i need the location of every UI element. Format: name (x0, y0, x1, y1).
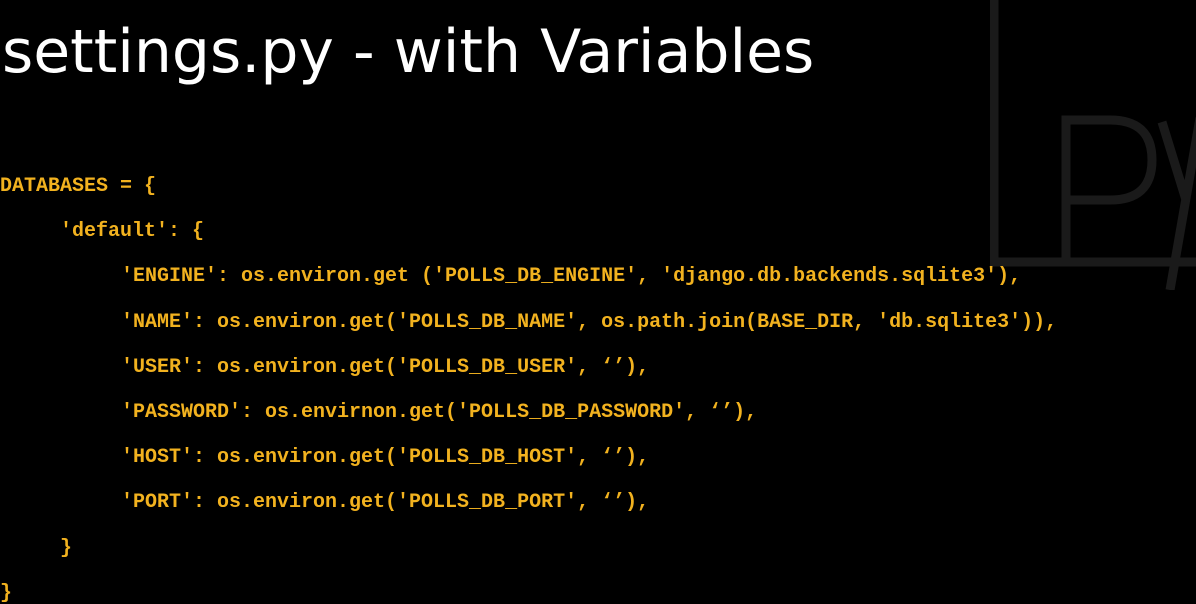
slide-title: settings.py - with Variables (2, 17, 815, 87)
code-line: 'USER': os.environ.get('POLLS_DB_USER', … (121, 355, 650, 379)
code-line: 'PASSWORD': os.envirnon.get('POLLS_DB_PA… (121, 400, 758, 424)
code-line: 'default': { (60, 220, 205, 244)
code-line: 'ENGINE': os.environ.get ('POLLS_DB_ENGI… (121, 265, 1022, 289)
code-line: 'HOST': os.environ.get('POLLS_DB_HOST', … (121, 446, 650, 470)
code-line: DATABASES = { (0, 175, 157, 198)
code-block: DATABASES = { 'default': { 'ENGINE': os.… (0, 164, 1196, 604)
code-line: } (60, 536, 73, 560)
code-line: } (0, 581, 13, 604)
code-line: 'PORT': os.environ.get('POLLS_DB_PORT', … (121, 491, 650, 515)
code-line: 'NAME': os.environ.get('POLLS_DB_NAME', … (121, 310, 1058, 334)
slide: settings.py - with Variables DATABASES =… (0, 0, 1196, 604)
